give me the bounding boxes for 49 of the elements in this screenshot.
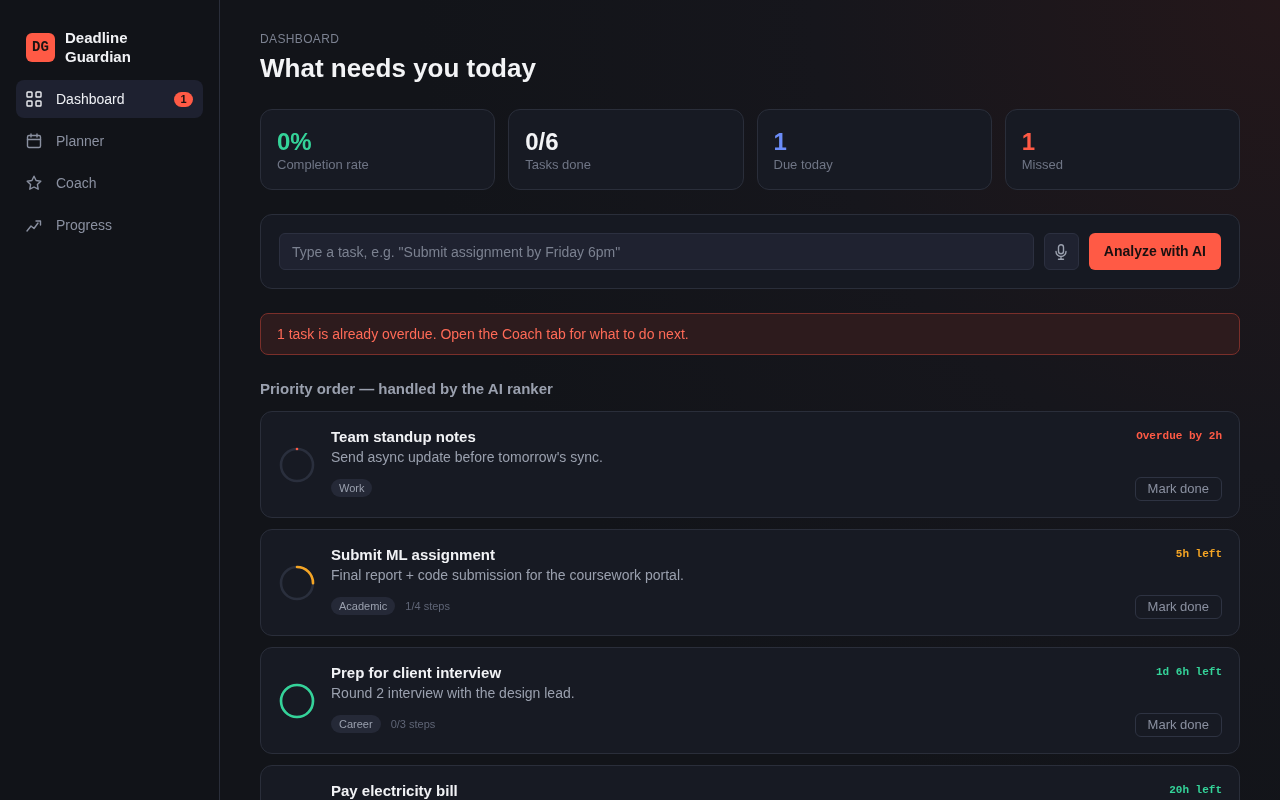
time-left-label: 5h left [1175,547,1222,561]
category-tag: Career [331,715,381,733]
app-logo: DG [26,32,55,62]
time-left-label: Overdue by 2h [1136,429,1222,443]
microphone-icon [1055,243,1068,260]
progress-ring-icon [279,446,315,483]
count-badge: 1 [174,91,193,107]
task-title: Team standup notes [331,427,477,447]
stat-value: 1 [1021,128,1037,156]
stat-value: 0% [277,128,313,156]
progress-ring-icon [279,682,315,719]
time-left-label: 1d 6h left [1156,665,1222,679]
task-description: Send async update before tomorrow's sync. [331,448,604,467]
page-eyebrow: DASHBOARD [260,31,341,47]
nav-item[interactable]: Progress [16,206,203,244]
nav-item[interactable]: Planner [16,122,203,160]
calendar-icon [26,133,42,149]
page-title: What needs you today [260,52,537,84]
task-title: Submit ML assignment [331,545,496,565]
stat-label: Completion rate [277,156,370,174]
section-heading: Priority order — handled by the AI ranker [260,379,554,399]
category-tag: Work [331,479,373,497]
stat-value: 1 [773,128,788,156]
stat-value: 0/6 [525,128,560,156]
microphone-button[interactable] [1043,233,1079,270]
trend-line-icon [26,217,42,233]
grid-icon [26,91,42,107]
app-name: Deadline Guardian [65,28,132,66]
nav-item[interactable]: Coach [16,164,203,202]
stat-label: Due today [773,156,834,174]
progress-ring-icon [279,564,315,601]
task-title: Prep for client interview [331,663,503,683]
time-left-label: 20h left [1169,783,1222,797]
task-description: Final report + code submission for the coursework portal. [331,566,685,585]
task-title: Pay electricity bill [331,781,459,800]
nav-item[interactable]: Dashboard 1 [16,80,203,118]
task-description: Round 2 interview with the design lead. [331,684,576,703]
stat-label: Tasks done [525,156,592,174]
steps-count: 1/4 steps [405,599,450,614]
category-tag: Academic [331,597,396,615]
task-input-field[interactable]: Type a task, e.g. "Submit assignment by Friday 6pm" [279,233,1034,270]
analyze-button[interactable]: Analyze with AI [1088,233,1221,270]
star-icon [26,175,42,191]
steps-count: 0/3 steps [390,717,436,732]
mark-done-button[interactable]: Mark done [1134,713,1222,737]
mark-done-button[interactable]: Mark done [1134,595,1222,619]
mark-done-button[interactable]: Mark done [1134,477,1222,501]
overdue-alert: 1 task is already overdue. Open the Coach tab for what to do next. [260,313,1240,355]
stat-label: Missed [1021,156,1064,174]
